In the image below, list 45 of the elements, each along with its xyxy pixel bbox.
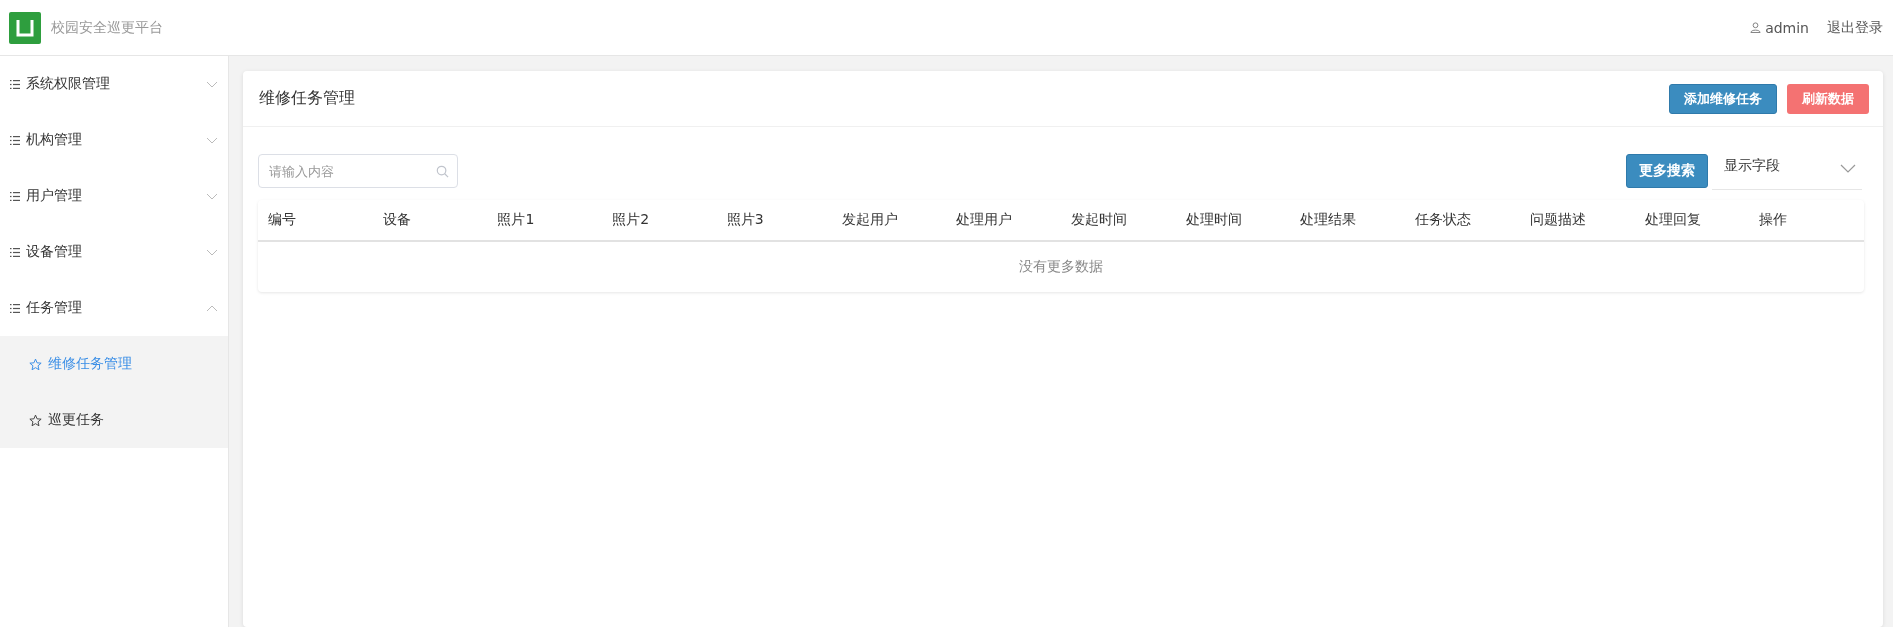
- column-header: 发起时间: [1070, 211, 1128, 229]
- star-icon: [29, 357, 42, 371]
- column-header: 任务状态: [1414, 211, 1473, 229]
- panel-title: 维修任务管理: [259, 88, 355, 109]
- column-header: 操作: [1758, 211, 1789, 229]
- username[interactable]: admin: [1765, 19, 1809, 36]
- column-header: 处理结果: [1299, 211, 1358, 229]
- chevron-down-icon: [206, 248, 218, 256]
- column-header: 编号: [267, 211, 297, 229]
- app-title: 校园安全巡更平台: [51, 18, 163, 37]
- column-header: 照片2: [611, 211, 651, 229]
- list-icon: [10, 191, 20, 201]
- column-header: 设备: [381, 211, 412, 229]
- column-header: 发起用户: [840, 211, 899, 229]
- field-select[interactable]: 显示字段: [1712, 154, 1862, 190]
- column-header: 处理回复: [1643, 211, 1702, 229]
- menu-item[interactable]: 系统权限管理: [0, 56, 228, 112]
- menu-item[interactable]: 设备管理: [0, 224, 228, 280]
- logo-icon: [9, 11, 41, 44]
- empty-message: 没有更多数据: [1019, 258, 1103, 276]
- list-icon: [10, 79, 20, 89]
- chevron-down-icon: [206, 192, 218, 200]
- search-field[interactable]: 请输入内容: [258, 154, 458, 188]
- user-icon: [1750, 22, 1762, 33]
- column-header: 照片1: [496, 211, 536, 229]
- submenu-item[interactable]: 巡更任务: [0, 392, 228, 448]
- column-header: 处理用户: [955, 211, 1014, 229]
- list-icon: [10, 135, 20, 145]
- chevron-down-icon: [1840, 164, 1856, 173]
- star-icon: [29, 413, 42, 427]
- action-button[interactable]: 添加维修任务: [1669, 83, 1777, 114]
- search-icon: [436, 165, 449, 178]
- chevron-down-icon: [206, 136, 218, 144]
- menu-item[interactable]: 任务管理: [0, 280, 228, 336]
- more-search-button[interactable]: 更多搜索: [1626, 154, 1708, 188]
- menu-item[interactable]: 用户管理: [0, 168, 228, 224]
- chevron-up-icon: [206, 304, 218, 312]
- logout-link[interactable]: 退出登录: [1827, 18, 1883, 37]
- menu-item[interactable]: 机构管理: [0, 112, 228, 168]
- list-icon: [10, 303, 20, 313]
- chevron-down-icon: [206, 80, 218, 88]
- list-icon: [10, 247, 20, 257]
- column-header: 问题描述: [1528, 211, 1587, 229]
- column-header: 照片3: [725, 211, 765, 229]
- column-header: 处理时间: [1184, 211, 1243, 229]
